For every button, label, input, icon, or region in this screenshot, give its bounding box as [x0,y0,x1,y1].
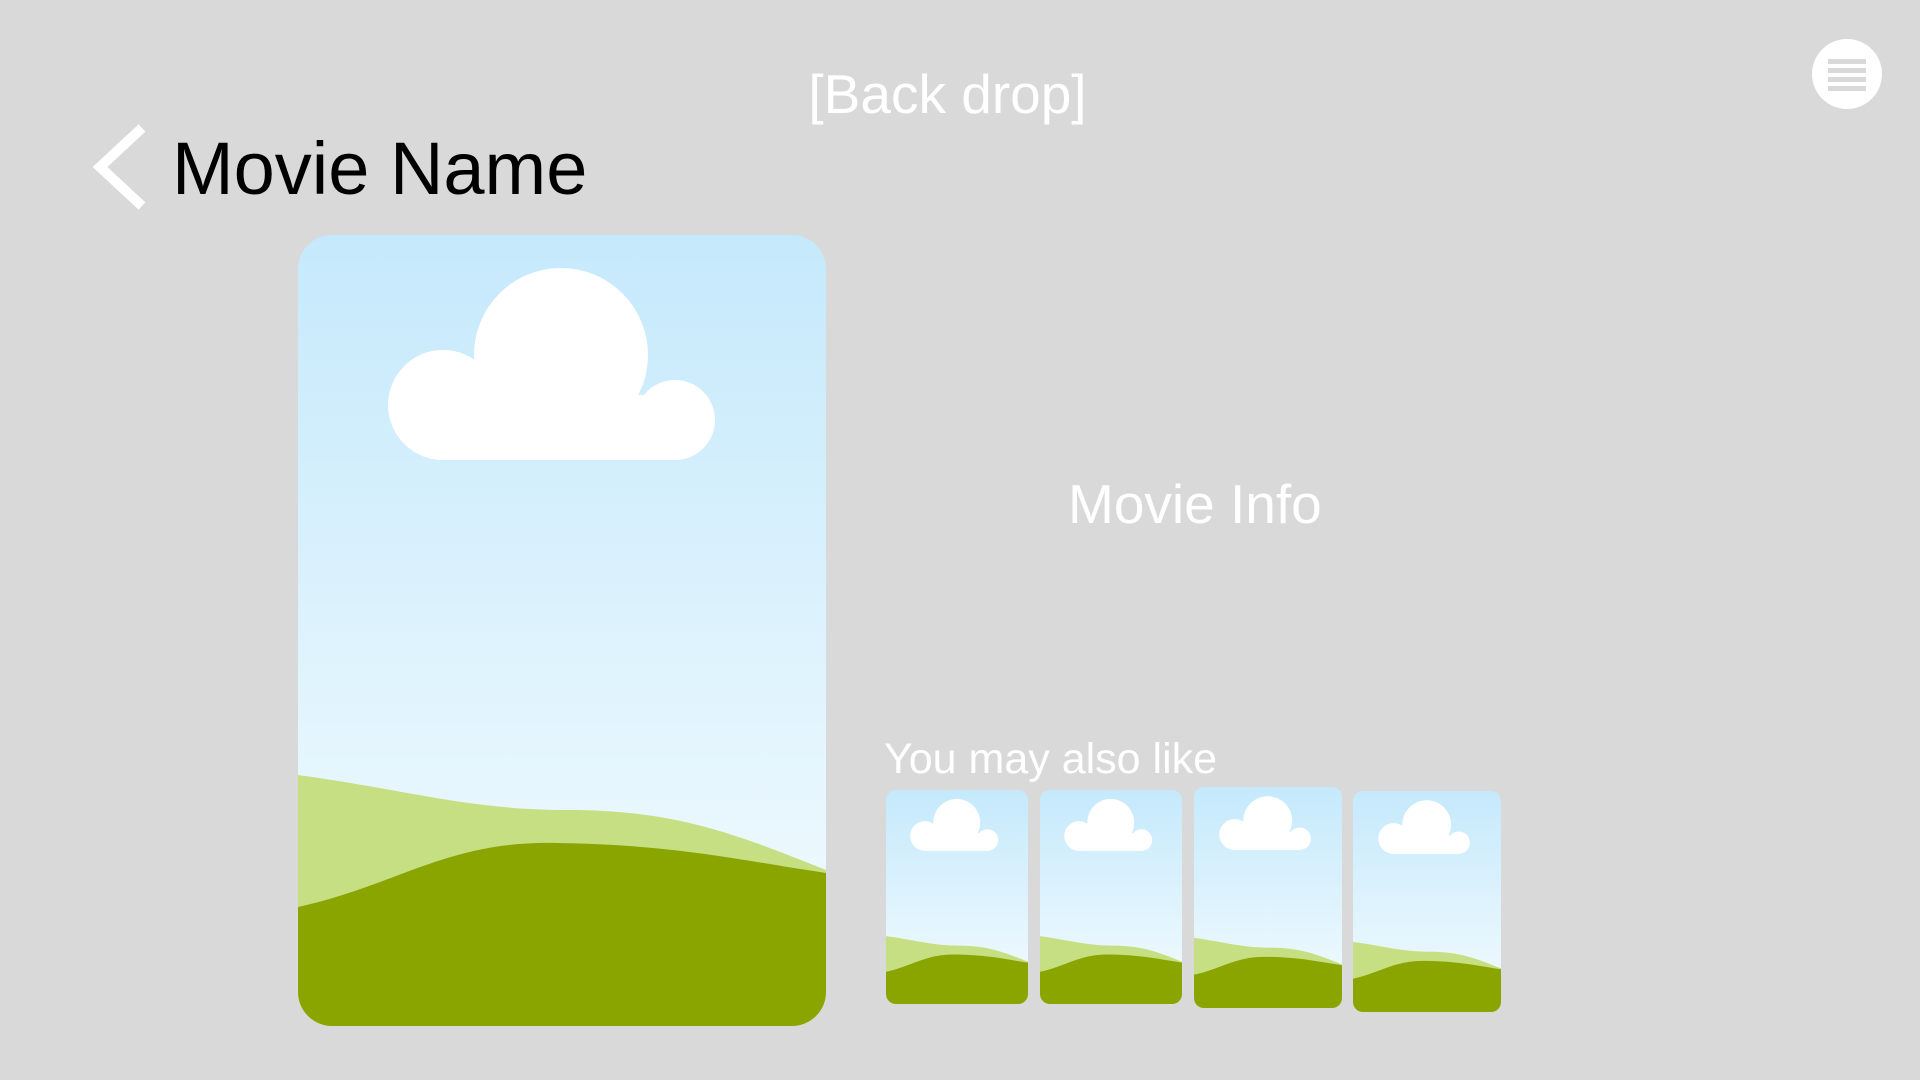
chevron-left-icon [92,124,146,210]
related-movie-item[interactable] [1353,791,1501,1012]
image-placeholder-icon [886,790,1028,1004]
back-button[interactable] [88,122,158,212]
related-movie-item[interactable] [886,790,1028,1004]
related-movie-item[interactable] [1040,790,1182,1004]
movie-title: Movie Name [172,127,588,210]
image-placeholder-icon [1040,790,1182,1004]
image-placeholder-icon [1194,787,1342,1008]
movie-info: Movie Info [1068,473,1322,535]
related-movie-item[interactable] [1194,787,1342,1008]
related-section-label: You may also like [884,735,1218,783]
image-placeholder-icon [1353,791,1501,1012]
movie-poster [298,235,826,1026]
backdrop-label: [Back drop] [808,63,1087,125]
menu-button[interactable] [1812,39,1882,109]
image-placeholder-icon [298,235,826,1026]
